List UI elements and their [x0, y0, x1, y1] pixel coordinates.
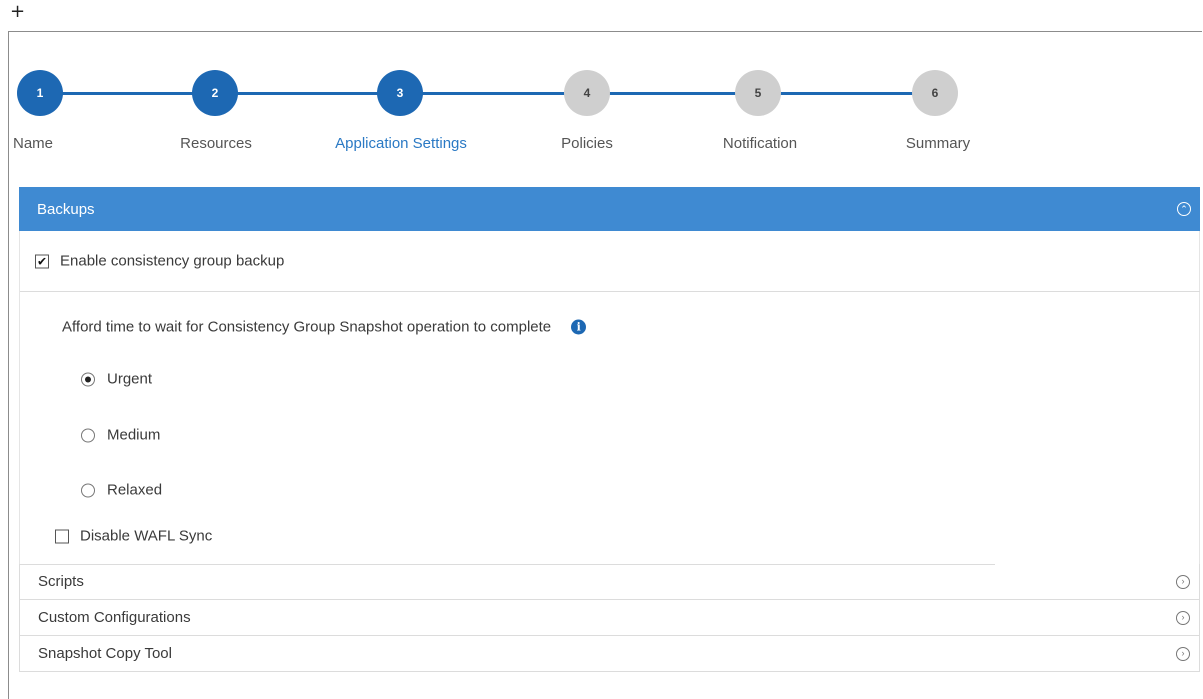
info-icon[interactable]: i — [571, 319, 587, 335]
medium-label: Medium — [107, 426, 161, 444]
afford-time-row: Afford time to wait for Consistency Grou… — [62, 318, 587, 336]
wizard-stepper: 1 2 3 4 5 6 Name Resources Application S… — [9, 32, 1109, 172]
snapshot-copy-tool-panel-header[interactable]: Snapshot Copy Tool › — [19, 636, 1200, 672]
scripts-title: Scripts — [38, 573, 84, 590]
divider — [20, 291, 1200, 292]
backups-panel-header[interactable]: Backups ⌃ — [19, 187, 1200, 231]
enable-cg-label: Enable consistency group backup — [60, 252, 285, 270]
step-4-circle[interactable]: 4 — [564, 70, 610, 116]
settings-panels: Backups ⌃ ✔ Enable consistency group bac… — [19, 187, 1200, 672]
chevron-right-circle-icon[interactable]: › — [1176, 646, 1190, 661]
step-2-circle[interactable]: 2 — [192, 70, 238, 116]
urgent-label: Urgent — [107, 370, 153, 388]
enable-cg-row: ✔ Enable consistency group backup — [35, 253, 284, 270]
disable-wafl-checkbox[interactable] — [55, 529, 69, 543]
step-connector — [61, 92, 203, 95]
custom-configurations-panel-header[interactable]: Custom Configurations › — [19, 600, 1200, 636]
step-3-label[interactable]: Application Settings — [335, 135, 467, 152]
relaxed-label: Relaxed — [107, 481, 163, 499]
step-6-label[interactable]: Summary — [906, 135, 970, 152]
backups-title: Backups — [37, 200, 95, 218]
snapshot-copy-tool-title: Snapshot Copy Tool — [38, 645, 172, 662]
enable-cg-checkbox[interactable]: ✔ — [35, 254, 49, 268]
plus-icon: + — [10, 1, 26, 22]
backups-panel-body: ✔ Enable consistency group backup Afford… — [19, 231, 1200, 565]
radio-medium-row[interactable]: Medium — [81, 427, 160, 444]
chevron-right-circle-icon[interactable]: › — [1176, 610, 1190, 625]
medium-radio[interactable] — [81, 428, 95, 442]
relaxed-radio[interactable] — [81, 483, 95, 497]
step-1-label[interactable]: Name — [13, 135, 53, 152]
step-connector — [237, 92, 383, 95]
disable-wafl-label: Disable WAFL Sync — [80, 527, 213, 545]
urgent-radio[interactable] — [81, 372, 95, 386]
chevron-right-circle-icon[interactable]: › — [1176, 574, 1190, 589]
step-connector — [607, 92, 741, 95]
step-connector — [421, 92, 569, 95]
step-connector — [779, 92, 919, 95]
radio-relaxed-row[interactable]: Relaxed — [81, 482, 162, 499]
step-6-circle[interactable]: 6 — [912, 70, 958, 116]
step-5-circle[interactable]: 5 — [735, 70, 781, 116]
divider — [20, 564, 995, 565]
step-4-label[interactable]: Policies — [561, 135, 613, 152]
disable-wafl-row: Disable WAFL Sync — [55, 528, 212, 545]
scripts-panel-header[interactable]: Scripts › — [19, 564, 1200, 600]
radio-urgent-row[interactable]: Urgent — [81, 371, 152, 388]
step-3-circle[interactable]: 3 — [377, 70, 423, 116]
afford-time-label: Afford time to wait for Consistency Grou… — [62, 318, 552, 336]
step-1-circle[interactable]: 1 — [17, 70, 63, 116]
chevron-up-circle-icon[interactable]: ⌃ — [1177, 202, 1191, 216]
radio-selected-dot — [85, 376, 91, 382]
custom-configurations-title: Custom Configurations — [38, 609, 191, 626]
step-5-label[interactable]: Notification — [723, 135, 797, 152]
step-2-label[interactable]: Resources — [180, 135, 252, 152]
